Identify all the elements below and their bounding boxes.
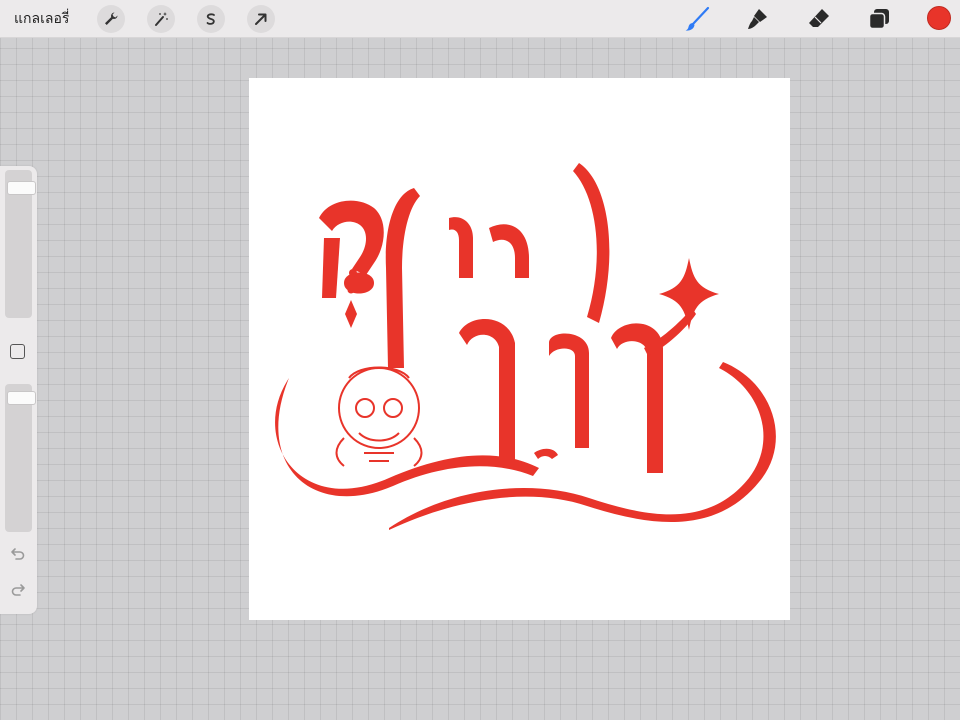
smudge-icon	[748, 9, 767, 29]
selection-s-icon	[206, 13, 215, 25]
redo-button[interactable]	[8, 581, 28, 599]
opacity-slider[interactable]	[5, 384, 36, 532]
gallery-button[interactable]: แกลเลอรี่	[14, 8, 69, 30]
layers-icon	[868, 9, 889, 30]
smudge-tool-button[interactable]	[743, 5, 771, 33]
adjustments-button[interactable]	[147, 5, 175, 33]
top-toolbar: แกลเลอรี่	[0, 0, 960, 38]
eraser-tool-button[interactable]	[805, 5, 833, 33]
arrow-cursor-icon	[255, 13, 267, 25]
brush-size-slider[interactable]	[5, 170, 36, 318]
redo-icon	[11, 584, 25, 596]
undo-icon	[11, 548, 25, 560]
undo-button[interactable]	[8, 545, 28, 563]
drawing-canvas[interactable]	[249, 78, 790, 620]
selection-button[interactable]	[197, 5, 225, 33]
opacity-thumb[interactable]	[7, 391, 36, 405]
brush-tool-button[interactable]	[683, 5, 711, 33]
thai-lettering-dragon-artwork	[275, 163, 776, 530]
color-picker-button[interactable]	[927, 6, 951, 30]
eraser-icon	[809, 9, 829, 27]
left-sidebar	[0, 166, 37, 614]
actions-button[interactable]	[97, 5, 125, 33]
brush-size-thumb[interactable]	[7, 181, 36, 195]
magic-wand-icon	[155, 12, 168, 26]
brush-icon	[685, 6, 710, 31]
layers-tool-button[interactable]	[865, 5, 893, 33]
modify-square-icon[interactable]	[10, 344, 25, 359]
transform-button[interactable]	[247, 5, 275, 33]
wrench-icon	[105, 12, 118, 25]
